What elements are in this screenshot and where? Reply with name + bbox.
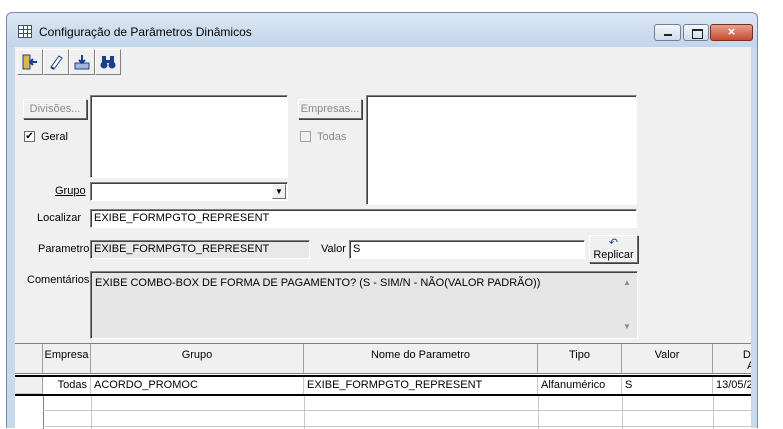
close-icon: × [727,24,736,39]
table-cell[interactable]: Alfanumérico [538,377,622,394]
grid-line [713,396,714,429]
replicar-button[interactable]: ↶ Replicar [589,235,638,263]
scroll-down-icon[interactable]: ▼ [623,320,631,334]
replicar-label: Replicar [593,249,634,261]
search-button[interactable] [95,49,121,75]
app-window: Configuração de Parâmetros Dinâmicos × D… [6,12,758,429]
grid-line [304,396,305,429]
window-title: Configuração de Parâmetros Dinâmicos [39,25,252,39]
toolbar [17,49,121,75]
todas-label: Todas [317,131,347,143]
table-cell[interactable]: 13/05/20 [713,377,751,394]
column-header-nome-parametro[interactable]: Nome do Parametro [304,344,538,374]
parametro-label: Parametro [38,243,90,255]
geral-label: Geral [41,131,68,143]
column-header-data-alteracao-text: DatAlt [742,349,751,372]
exit-button[interactable] [17,49,43,75]
geral-checkbox[interactable]: ✔ [24,131,35,142]
comentarios-scrollbar[interactable]: ▲ ▼ [620,274,635,336]
column-header-empresa[interactable]: Empresa [43,344,91,374]
valor-label: Valor [321,243,346,255]
title-bar[interactable]: Configuração de Parâmetros Dinâmicos × [7,13,757,47]
minimize-button[interactable] [654,24,681,41]
save-button[interactable] [69,49,95,75]
grid-line [538,396,539,429]
grid-line [43,396,44,429]
parametro-field: EXIBE_FORMPGTO_REPRESENT [90,240,310,259]
grid-line [43,426,751,427]
localizar-input[interactable]: EXIBE_FORMPGTO_REPRESENT [90,209,637,228]
eraser-icon [50,55,63,70]
grid-line [622,396,623,429]
grid-line [43,410,751,411]
row-selector[interactable] [15,377,43,394]
empresas-button[interactable]: Empresas... [298,99,362,119]
column-header-grupo[interactable]: Grupo [91,344,304,374]
empresas-list[interactable] [366,95,637,205]
table-cell[interactable]: Todas [43,377,91,394]
grid-line [91,396,92,429]
table-cell[interactable]: S [622,377,713,394]
comentarios-text: EXIBE COMBO-BOX DE FORMA DE PAGAMENTO? (… [95,277,541,289]
todas-checkbox[interactable] [300,131,311,142]
grid-corner [15,344,43,374]
comentarios-label: Comentários [27,274,90,286]
divisoes-button[interactable]: Divisões... [23,99,87,119]
chevron-down-icon[interactable]: ▼ [272,184,286,199]
close-button[interactable]: × [710,24,753,41]
undo-arrow-icon: ↶ [608,237,619,249]
exit-door-icon [22,54,37,70]
column-header-data-alteracao[interactable]: DatAlt [713,344,751,374]
scroll-up-icon[interactable]: ▲ [623,276,631,290]
column-header-tipo[interactable]: Tipo [538,344,622,374]
grupo-combobox[interactable]: ▼ [90,182,288,201]
parameters-grid[interactable]: Empresa Grupo Nome do Parametro Tipo Val… [15,343,751,429]
table-app-icon [18,25,32,38]
client-area: Divisões... ✔ Geral Empresas... Todas Gr… [15,47,751,429]
comentarios-textarea[interactable]: EXIBE COMBO-BOX DE FORMA DE PAGAMENTO? (… [90,271,638,339]
clear-button[interactable] [43,49,69,75]
maximize-button[interactable] [683,24,709,41]
localizar-label: Localizar [37,212,82,224]
table-cell[interactable]: ACORDO_PROMOC [91,377,304,394]
valor-input[interactable]: S [349,240,585,259]
binoculars-icon [100,56,116,69]
save-download-icon [74,55,90,70]
divisoes-list[interactable] [90,95,288,178]
grupo-label: Grupo [55,185,86,197]
column-header-valor[interactable]: Valor [622,344,713,374]
table-cell[interactable]: EXIBE_FORMPGTO_REPRESENT [304,377,538,394]
row-bottom-separator [15,394,751,396]
